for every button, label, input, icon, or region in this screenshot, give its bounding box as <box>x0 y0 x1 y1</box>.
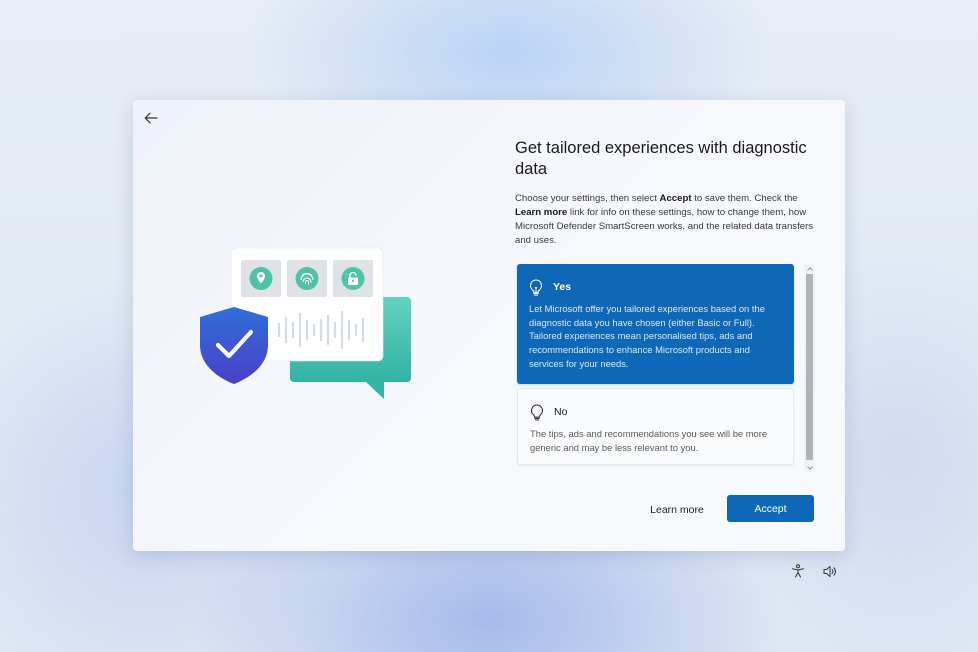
page-title: Get tailored experiences with diagnostic… <box>515 139 807 178</box>
option-yes-label: Yes <box>553 281 572 293</box>
fingerprint-icon <box>295 267 319 290</box>
lock-icon <box>341 267 365 290</box>
scrollbar-thumb[interactable] <box>806 274 813 460</box>
back-button[interactable] <box>141 108 161 128</box>
options-scrollbar[interactable] <box>804 264 815 472</box>
volume-icon <box>823 565 836 577</box>
page-description: Choose your settings, then select Accept… <box>515 193 814 246</box>
scroll-down-icon[interactable] <box>804 463 815 472</box>
lightbulb-icon <box>531 403 543 421</box>
location-icon <box>249 267 273 290</box>
option-no-label: No <box>554 406 568 418</box>
scroll-up-icon[interactable] <box>804 264 815 273</box>
accessibility-icon <box>792 564 804 578</box>
back-arrow-icon <box>144 112 158 124</box>
option-yes[interactable]: Yes Let Microsoft offer you tailored exp… <box>517 264 794 384</box>
option-no-text: The tips, ads and recommendations you se… <box>530 428 768 453</box>
accept-button[interactable]: Accept <box>727 495 814 522</box>
content-panel: Get tailored experiences with diagnostic… <box>515 138 819 248</box>
oobe-dialog: Get tailored experiences with diagnostic… <box>133 100 845 551</box>
accessibility-button[interactable] <box>790 563 806 579</box>
shield-check-icon <box>200 307 268 384</box>
volume-button[interactable] <box>822 563 838 579</box>
privacy-illustration <box>200 247 411 399</box>
option-yes-text: Let Microsoft offer you tailored experie… <box>529 303 765 369</box>
learn-more-button[interactable]: Learn more <box>633 496 721 522</box>
option-no[interactable]: No The tips, ads and recommendations you… <box>517 388 794 465</box>
lightbulb-icon <box>530 278 542 296</box>
options-list: Yes Let Microsoft offer you tailored exp… <box>517 264 794 465</box>
